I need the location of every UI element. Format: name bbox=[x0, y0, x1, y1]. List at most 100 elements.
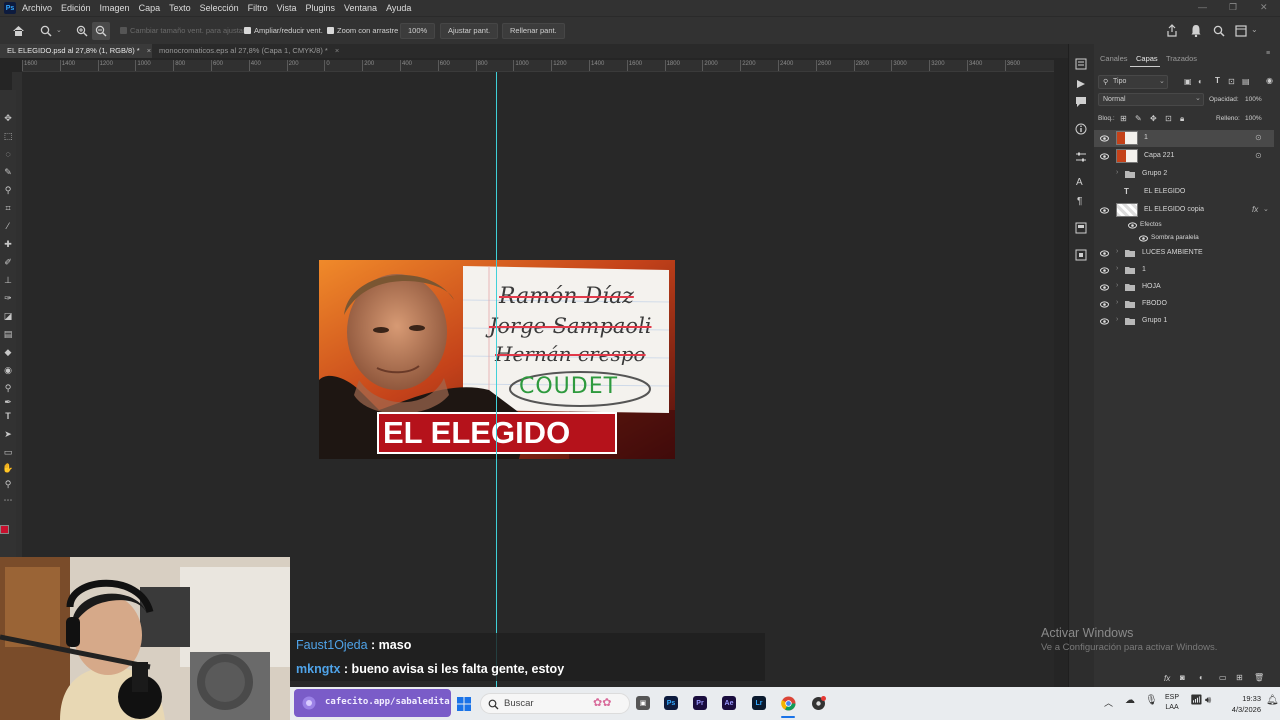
menu-imagen[interactable]: Imagen bbox=[100, 3, 130, 13]
lock-paint-icon[interactable]: ✎ bbox=[1135, 114, 1142, 123]
eye-icon[interactable] bbox=[1100, 283, 1109, 292]
menu-capa[interactable]: Capa bbox=[139, 3, 161, 13]
eraser-tool-icon[interactable]: ◪ bbox=[2, 310, 14, 322]
menu-seleccion[interactable]: Selección bbox=[200, 3, 239, 13]
clock[interactable]: 19:33 4/3/2026 bbox=[1225, 693, 1261, 715]
menu-texto[interactable]: Texto bbox=[169, 3, 191, 13]
chrome-icon[interactable] bbox=[781, 696, 796, 711]
vertical-guide[interactable] bbox=[496, 72, 497, 687]
obs-icon[interactable] bbox=[811, 696, 826, 711]
pen-tool-icon[interactable]: ✒ bbox=[2, 396, 14, 408]
new-layer-icon[interactable]: ⊞ bbox=[1236, 673, 1243, 682]
character-panel-icon[interactable]: A bbox=[1076, 177, 1083, 188]
drop-shadow-row[interactable]: Sombra paralela bbox=[1094, 232, 1274, 245]
menu-plugins[interactable]: Plugins bbox=[306, 3, 336, 13]
lock-all-icon[interactable]: 🔒︎ bbox=[1180, 114, 1184, 124]
filter-text-icon[interactable]: T bbox=[1215, 76, 1220, 85]
scrubby-zoom-checkbox[interactable]: Zoom con arrastre bbox=[327, 26, 398, 35]
fit-screen-button[interactable]: Ajustar pant. bbox=[440, 23, 499, 39]
workspace-chevron-icon[interactable]: ⌄ bbox=[1251, 25, 1258, 34]
eye-icon[interactable] bbox=[1100, 300, 1109, 309]
add-mask-icon[interactable]: ◙ bbox=[1180, 673, 1185, 682]
new-adjustment-icon[interactable]: ◐ bbox=[1199, 673, 1204, 682]
minimize-icon[interactable]: — bbox=[1198, 2, 1207, 12]
eye-icon[interactable] bbox=[1100, 206, 1109, 215]
zoom-out-button[interactable] bbox=[92, 22, 110, 40]
menu-vista[interactable]: Vista bbox=[277, 3, 297, 13]
tab-trazados[interactable]: Trazados bbox=[1166, 54, 1197, 63]
chevron-right-icon[interactable]: › bbox=[1116, 248, 1118, 255]
blend-mode-dropdown[interactable]: Normal ⌄ bbox=[1098, 93, 1204, 106]
aftereffects-taskbar-icon[interactable]: Ae bbox=[722, 696, 736, 710]
maximize-icon[interactable]: ❐ bbox=[1229, 2, 1237, 13]
layer-row[interactable]: 1 ⊙ bbox=[1094, 130, 1274, 147]
photoshop-taskbar-icon[interactable]: Ps bbox=[664, 696, 678, 710]
chevron-right-icon[interactable]: › bbox=[1116, 282, 1118, 289]
chevron-right-icon[interactable]: › bbox=[1116, 169, 1118, 176]
menu-edicion[interactable]: Edición bbox=[61, 3, 91, 13]
filter-smart-object-icon[interactable]: ▤ bbox=[1242, 77, 1250, 86]
magic-wand-icon[interactable]: ⚲ bbox=[2, 184, 14, 196]
microphone-icon[interactable]: 🎙︎ bbox=[1145, 695, 1158, 706]
layer-row[interactable]: › LUCES AMBIENTE bbox=[1094, 245, 1274, 262]
windows-start-icon[interactable] bbox=[457, 697, 471, 711]
language-indicator[interactable]: ESP LAA bbox=[1165, 693, 1179, 713]
chevron-up-icon[interactable]: ︿ bbox=[1104, 696, 1113, 709]
eye-icon[interactable] bbox=[1100, 266, 1109, 275]
tab-capas[interactable]: Capas bbox=[1136, 54, 1158, 63]
comments-icon[interactable] bbox=[1075, 96, 1087, 108]
workspace-icon[interactable] bbox=[1235, 25, 1247, 37]
menu-archivo[interactable]: Archivo bbox=[22, 3, 52, 13]
history-brush-icon[interactable]: ✑ bbox=[2, 292, 14, 304]
rectangle-tool-icon[interactable]: ▭ bbox=[2, 446, 14, 458]
quick-select-tool-icon[interactable]: ✎ bbox=[2, 166, 14, 178]
volume-icon[interactable]: 🔊︎ bbox=[1205, 695, 1211, 706]
marquee-tool-icon[interactable]: ⬚ bbox=[2, 130, 14, 142]
wifi-icon[interactable]: 📶︎ bbox=[1190, 695, 1203, 706]
lock-transparent-icon[interactable]: ⊞ bbox=[1120, 114, 1127, 123]
cafecito-banner[interactable]: cafecito.app/sabaledita bbox=[294, 689, 451, 717]
filter-adjustment-icon[interactable]: ◐ bbox=[1198, 77, 1203, 86]
horizontal-ruler[interactable]: 1600 1400 1200 1000 800 600 400 200 0 200 400 600 80… bbox=[22, 60, 1054, 72]
layer-row[interactable]: › HOJA bbox=[1094, 279, 1274, 296]
dodge-tool-icon[interactable]: ◉ bbox=[2, 364, 14, 376]
resize-windows-checkbox[interactable]: Cambiar tamaño vent. para ajustar bbox=[120, 26, 245, 35]
filter-type-dropdown[interactable]: ⚲ Tipo ⌄ bbox=[1098, 75, 1168, 89]
close-window-icon[interactable]: ✕ bbox=[1260, 2, 1268, 13]
properties-icon[interactable] bbox=[1075, 222, 1087, 234]
lasso-tool-icon[interactable]: ◌ bbox=[2, 148, 14, 160]
home-icon[interactable] bbox=[12, 25, 25, 37]
layer-row[interactable]: › Grupo 2 bbox=[1094, 166, 1274, 183]
lock-position-icon[interactable]: ✥ bbox=[1150, 114, 1157, 123]
menu-ayuda[interactable]: Ayuda bbox=[386, 3, 411, 13]
brush-tool-icon[interactable]: ✐ bbox=[2, 256, 14, 268]
zoom-level-button[interactable]: 100% bbox=[400, 23, 436, 39]
layer-row[interactable]: Capa 221 ⊙ bbox=[1094, 148, 1274, 165]
zoom-tool-icon[interactable]: ⚲ bbox=[2, 478, 14, 490]
panel-menu-icon[interactable]: ≡ bbox=[1266, 50, 1270, 57]
zoom-all-checkbox[interactable]: Ampliar/reducir vent. bbox=[244, 26, 323, 35]
info-icon[interactable] bbox=[1075, 123, 1087, 135]
chevron-right-icon[interactable]: › bbox=[1116, 265, 1118, 272]
link-layers-icon[interactable]: fx bbox=[1164, 674, 1170, 683]
healing-brush-icon[interactable]: ✚ bbox=[2, 238, 14, 250]
play-actions-icon[interactable] bbox=[1076, 79, 1086, 89]
document-canvas[interactable]: Ramón Díaz Jorge Sampaoli Hernán crespo … bbox=[319, 260, 675, 459]
zoom-tool-icon[interactable] bbox=[40, 25, 52, 37]
task-view-icon[interactable]: ▣ bbox=[636, 696, 650, 710]
eye-icon[interactable] bbox=[1100, 134, 1109, 143]
effects-row[interactable]: Efectos bbox=[1094, 219, 1274, 232]
eye-icon[interactable] bbox=[1100, 317, 1109, 326]
share-icon[interactable] bbox=[1166, 24, 1178, 37]
lightroom-taskbar-icon[interactable]: Lr bbox=[752, 696, 766, 710]
network-icon[interactable]: ☁ bbox=[1125, 695, 1135, 706]
layer-row[interactable]: T EL ELEGIDO bbox=[1094, 184, 1274, 201]
layer-row[interactable]: › 1 bbox=[1094, 262, 1274, 279]
zoom-in-icon[interactable] bbox=[76, 25, 88, 37]
notification-bell-icon[interactable]: 🔔︎ bbox=[1266, 695, 1279, 706]
history-panel-icon[interactable] bbox=[1075, 58, 1087, 70]
crop-tool-icon[interactable]: ⌗ bbox=[2, 202, 14, 214]
fill-screen-button[interactable]: Rellenar pant. bbox=[502, 23, 565, 39]
eye-icon[interactable] bbox=[1100, 152, 1109, 161]
tab-monocromaticos[interactable]: monocromaticos.eps al 27,8% (Capa 1, CMY… bbox=[152, 44, 352, 58]
